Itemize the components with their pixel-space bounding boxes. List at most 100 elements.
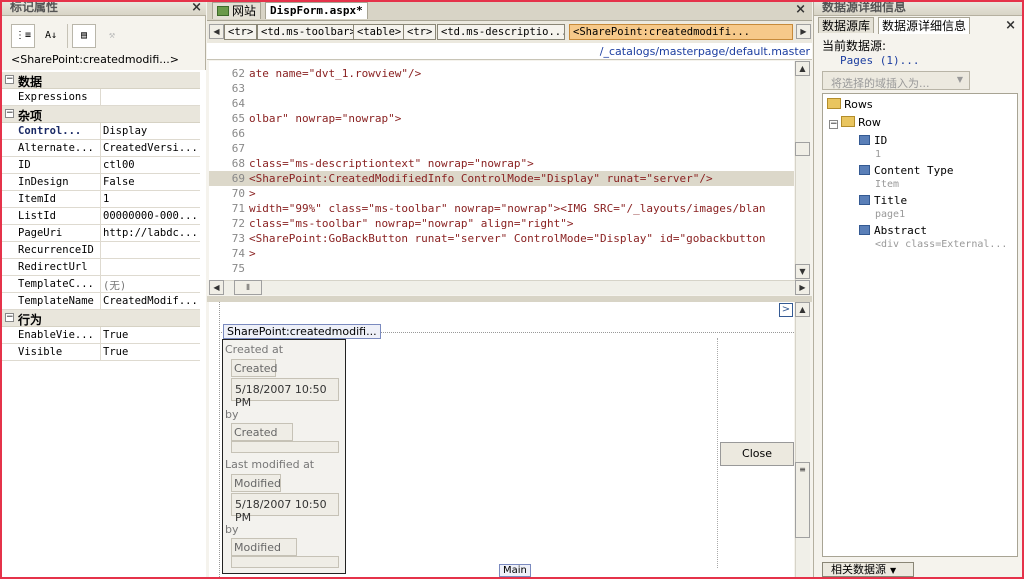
property-value[interactable]: True	[100, 327, 200, 343]
code-view[interactable]: 62 ate name="dvt_1.rowview"/> 63 64 65 olb…	[209, 61, 794, 280]
category-name: 杂项	[18, 109, 43, 123]
breadcrumb-item-active[interactable]: <SharePoint:createdmodifi...	[569, 24, 793, 40]
scroll-up-icon[interactable]: ▲	[795, 302, 810, 317]
line-number: 62	[231, 67, 245, 80]
property-row[interactable]: TemplateC... (无)	[2, 276, 200, 293]
property-row[interactable]: RecurrenceID	[2, 242, 200, 259]
property-row[interactable]: ID ctl00	[2, 157, 200, 174]
property-row[interactable]: Visible True	[2, 344, 200, 361]
property-value[interactable]: ctl00	[100, 157, 200, 173]
close-button[interactable]: Close	[720, 442, 794, 466]
tree-node-rows[interactable]: Rows	[827, 98, 873, 111]
tree-label: Rows	[844, 98, 873, 111]
property-value[interactable]: 00000000-000...	[100, 208, 200, 224]
close-icon[interactable]: ×	[1005, 18, 1016, 33]
property-row[interactable]: Control... Display	[2, 123, 200, 140]
category-data[interactable]: − 数据	[2, 72, 200, 89]
chevron-right-icon[interactable]: ▶	[796, 24, 811, 39]
line-number: 67	[231, 142, 245, 155]
tag-properties-panel: 标记属性 × ⋮≡ A↓ ▤ ⚒ <SharePoint:createdmodif…	[2, 0, 206, 577]
code-horizontal-scrollbar[interactable]	[209, 280, 810, 295]
property-row[interactable]: PageUri http://labdc...	[2, 225, 200, 242]
property-value[interactable]	[100, 89, 200, 105]
property-value[interactable]	[100, 242, 200, 258]
insert-fields-button[interactable]: 将选择的域插入为... ▼	[822, 71, 970, 90]
collapse-icon[interactable]: −	[829, 120, 838, 129]
property-value[interactable]: True	[100, 344, 200, 360]
current-source-link[interactable]: Pages (1)...	[840, 54, 919, 67]
scroll-up-icon[interactable]: ▲	[795, 61, 810, 76]
code-text: width="99%" class="ms-toolbar" nowrap="n…	[249, 202, 766, 215]
h-scroll-thumb[interactable]: ⦀	[234, 280, 262, 295]
scroll-down-icon[interactable]: ▼	[795, 264, 810, 279]
scroll-left-icon[interactable]: ◀	[209, 280, 224, 295]
category-behavior[interactable]: − 行为	[2, 310, 200, 327]
show-set-properties-icon[interactable]: ▤	[72, 24, 96, 48]
sort-az-icon[interactable]: A↓	[39, 24, 63, 48]
property-key: InDesign	[18, 176, 69, 188]
property-row[interactable]: Expressions	[2, 89, 200, 106]
scroll-thumb[interactable]	[795, 142, 810, 156]
panel-title-text: 标记属性	[10, 0, 59, 14]
design-view[interactable]: SharePoint:createdmodifi... Created at C…	[209, 302, 794, 577]
site-icon	[217, 6, 229, 16]
main-label: Main	[499, 564, 531, 577]
folder-icon	[827, 98, 841, 109]
property-row[interactable]: Alternate... CreatedVersi...	[2, 140, 200, 157]
breadcrumb-item[interactable]: <td.ms-toolbar>	[257, 24, 360, 40]
tree-field-id[interactable]: ID	[859, 134, 887, 147]
property-value[interactable]: CreatedVersi...	[100, 140, 200, 156]
related-sources-button[interactable]: 相关数据源 ▼	[822, 562, 914, 577]
tree-node-row[interactable]: − Row	[829, 116, 881, 129]
property-value[interactable]: CreatedModif...	[100, 293, 200, 309]
property-value[interactable]: (无)	[100, 276, 200, 292]
property-value[interactable]	[100, 259, 200, 275]
property-row[interactable]: TemplateName CreatedModif...	[2, 293, 200, 310]
code-text: >	[249, 187, 256, 200]
code-line-selected: 69 <SharePoint:CreatedModifiedInfo Contro…	[209, 171, 794, 186]
categorized-icon[interactable]: ⋮≡	[11, 24, 35, 48]
property-row[interactable]: EnableVie... True	[2, 327, 200, 344]
created-modified-control[interactable]: Created at Created 5/18/2007 10:50 PM by…	[222, 339, 346, 574]
collapse-icon[interactable]: −	[5, 313, 14, 322]
master-path[interactable]: /_catalogs/masterpage/default.master	[207, 43, 812, 60]
property-value[interactable]: False	[100, 174, 200, 190]
control-tag-label[interactable]: SharePoint:createdmodifi...	[223, 324, 381, 339]
chevron-right-icon[interactable]: >	[779, 303, 793, 317]
breadcrumb-item[interactable]: <td.ms-descriptio...>	[437, 24, 565, 40]
property-row[interactable]: InDesign False	[2, 174, 200, 191]
folder-icon	[841, 116, 855, 127]
property-row[interactable]: ItemId 1	[2, 191, 200, 208]
created-by-value	[231, 441, 339, 453]
tab-data-source-details[interactable]: 数据源详细信息	[878, 17, 971, 34]
property-row[interactable]: RedirectUrl	[2, 259, 200, 276]
current-source-label: 当前数据源:	[822, 39, 887, 53]
modified-by-value	[231, 556, 339, 568]
tree-field-content-type[interactable]: Content Type	[859, 164, 953, 177]
close-icon[interactable]: ×	[795, 2, 806, 17]
tab-data-source-library[interactable]: 数据源库	[818, 17, 875, 33]
tree-field-title[interactable]: Title	[859, 194, 907, 207]
breadcrumb-item[interactable]: <tr>	[403, 24, 437, 40]
breadcrumb-item[interactable]: <tr>	[224, 24, 258, 40]
property-value[interactable]: http://labdc...	[100, 225, 200, 241]
tag-props-icon[interactable]: ⚒	[100, 24, 124, 48]
collapse-icon[interactable]: −	[5, 109, 14, 118]
scroll-right-icon[interactable]: ▶	[795, 280, 810, 295]
data-tree[interactable]: Rows − Row ID 1 Content Type Item Title p…	[822, 93, 1018, 557]
chevron-left-icon[interactable]: ◀	[209, 24, 224, 39]
tab-website[interactable]: 网站	[212, 2, 262, 19]
line-number: 71	[231, 202, 245, 215]
property-value[interactable]: 1	[100, 191, 200, 207]
close-icon[interactable]: ×	[191, 0, 202, 15]
code-vertical-scrollbar[interactable]	[795, 61, 810, 280]
property-row[interactable]: ListId 00000000-000...	[2, 208, 200, 225]
property-value[interactable]: Display	[100, 123, 200, 139]
scroll-thumb[interactable]: ≡	[795, 462, 810, 538]
collapse-icon[interactable]: −	[5, 75, 14, 84]
category-misc[interactable]: − 杂项	[2, 106, 200, 123]
breadcrumb-item[interactable]: <table>	[353, 24, 406, 40]
created-by-field: Created By	[231, 423, 293, 452]
tree-field-abstract[interactable]: Abstract	[859, 224, 927, 237]
tab-dispform[interactable]: DispForm.aspx*	[265, 2, 368, 19]
